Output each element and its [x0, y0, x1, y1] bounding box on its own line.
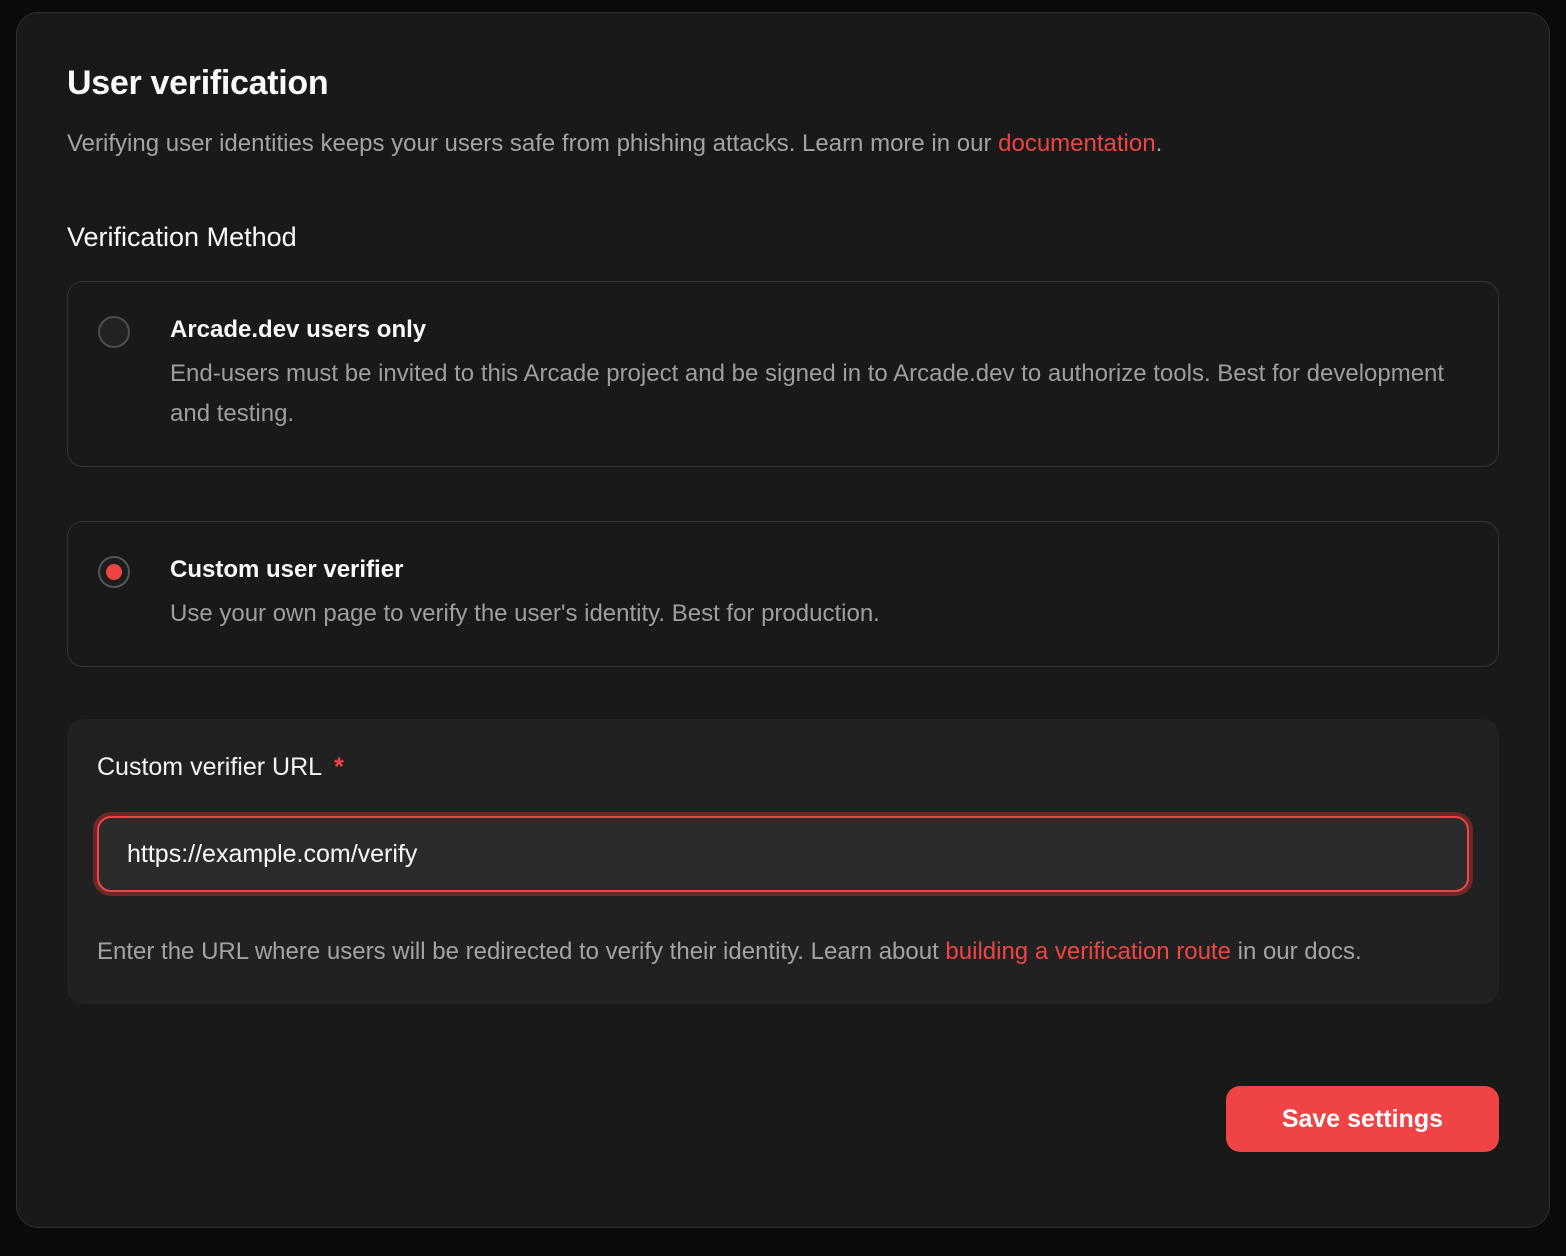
subtitle-text: Verifying user identities keeps your use… [67, 130, 998, 157]
radio-dot [106, 324, 122, 340]
page-subtitle: Verifying user identities keeps your use… [67, 128, 1499, 160]
radio-arcade-users-only[interactable] [98, 316, 130, 348]
option-description: Use your own page to verify the user's i… [170, 594, 880, 634]
required-asterisk: * [334, 753, 344, 781]
option-label: Arcade.dev users only [170, 314, 1468, 346]
helper-suffix: in our docs. [1231, 938, 1362, 965]
custom-verifier-url-input[interactable] [97, 816, 1469, 892]
option-arcade-users-only[interactable]: Arcade.dev users only End-users must be … [67, 281, 1499, 467]
option-description: End-users must be invited to this Arcade… [170, 354, 1468, 434]
footer-actions: Save settings [67, 1086, 1499, 1152]
radio-custom-user-verifier[interactable] [98, 556, 130, 588]
option-text-block: Custom user verifier Use your own page t… [170, 554, 880, 634]
option-text-block: Arcade.dev users only End-users must be … [170, 314, 1468, 434]
custom-verifier-url-label: Custom verifier URL [97, 753, 322, 781]
user-verification-card: User verification Verifying user identit… [16, 12, 1550, 1228]
documentation-link[interactable]: documentation [998, 130, 1155, 157]
option-custom-user-verifier[interactable]: Custom user verifier Use your own page t… [67, 521, 1499, 667]
page-title: User verification [67, 63, 1499, 104]
custom-verifier-url-label-row: Custom verifier URL * [97, 753, 1469, 782]
save-settings-button[interactable]: Save settings [1226, 1086, 1499, 1152]
custom-verifier-url-helper: Enter the URL where users will be redire… [97, 932, 1457, 972]
option-label: Custom user verifier [170, 554, 880, 586]
building-verification-route-link[interactable]: building a verification route [945, 938, 1231, 965]
verification-method-heading: Verification Method [67, 222, 1499, 253]
helper-text: Enter the URL where users will be redire… [97, 938, 945, 965]
custom-verifier-url-panel: Custom verifier URL * Enter the URL where… [67, 719, 1499, 1004]
radio-dot [106, 564, 122, 580]
subtitle-period: . [1156, 130, 1163, 157]
